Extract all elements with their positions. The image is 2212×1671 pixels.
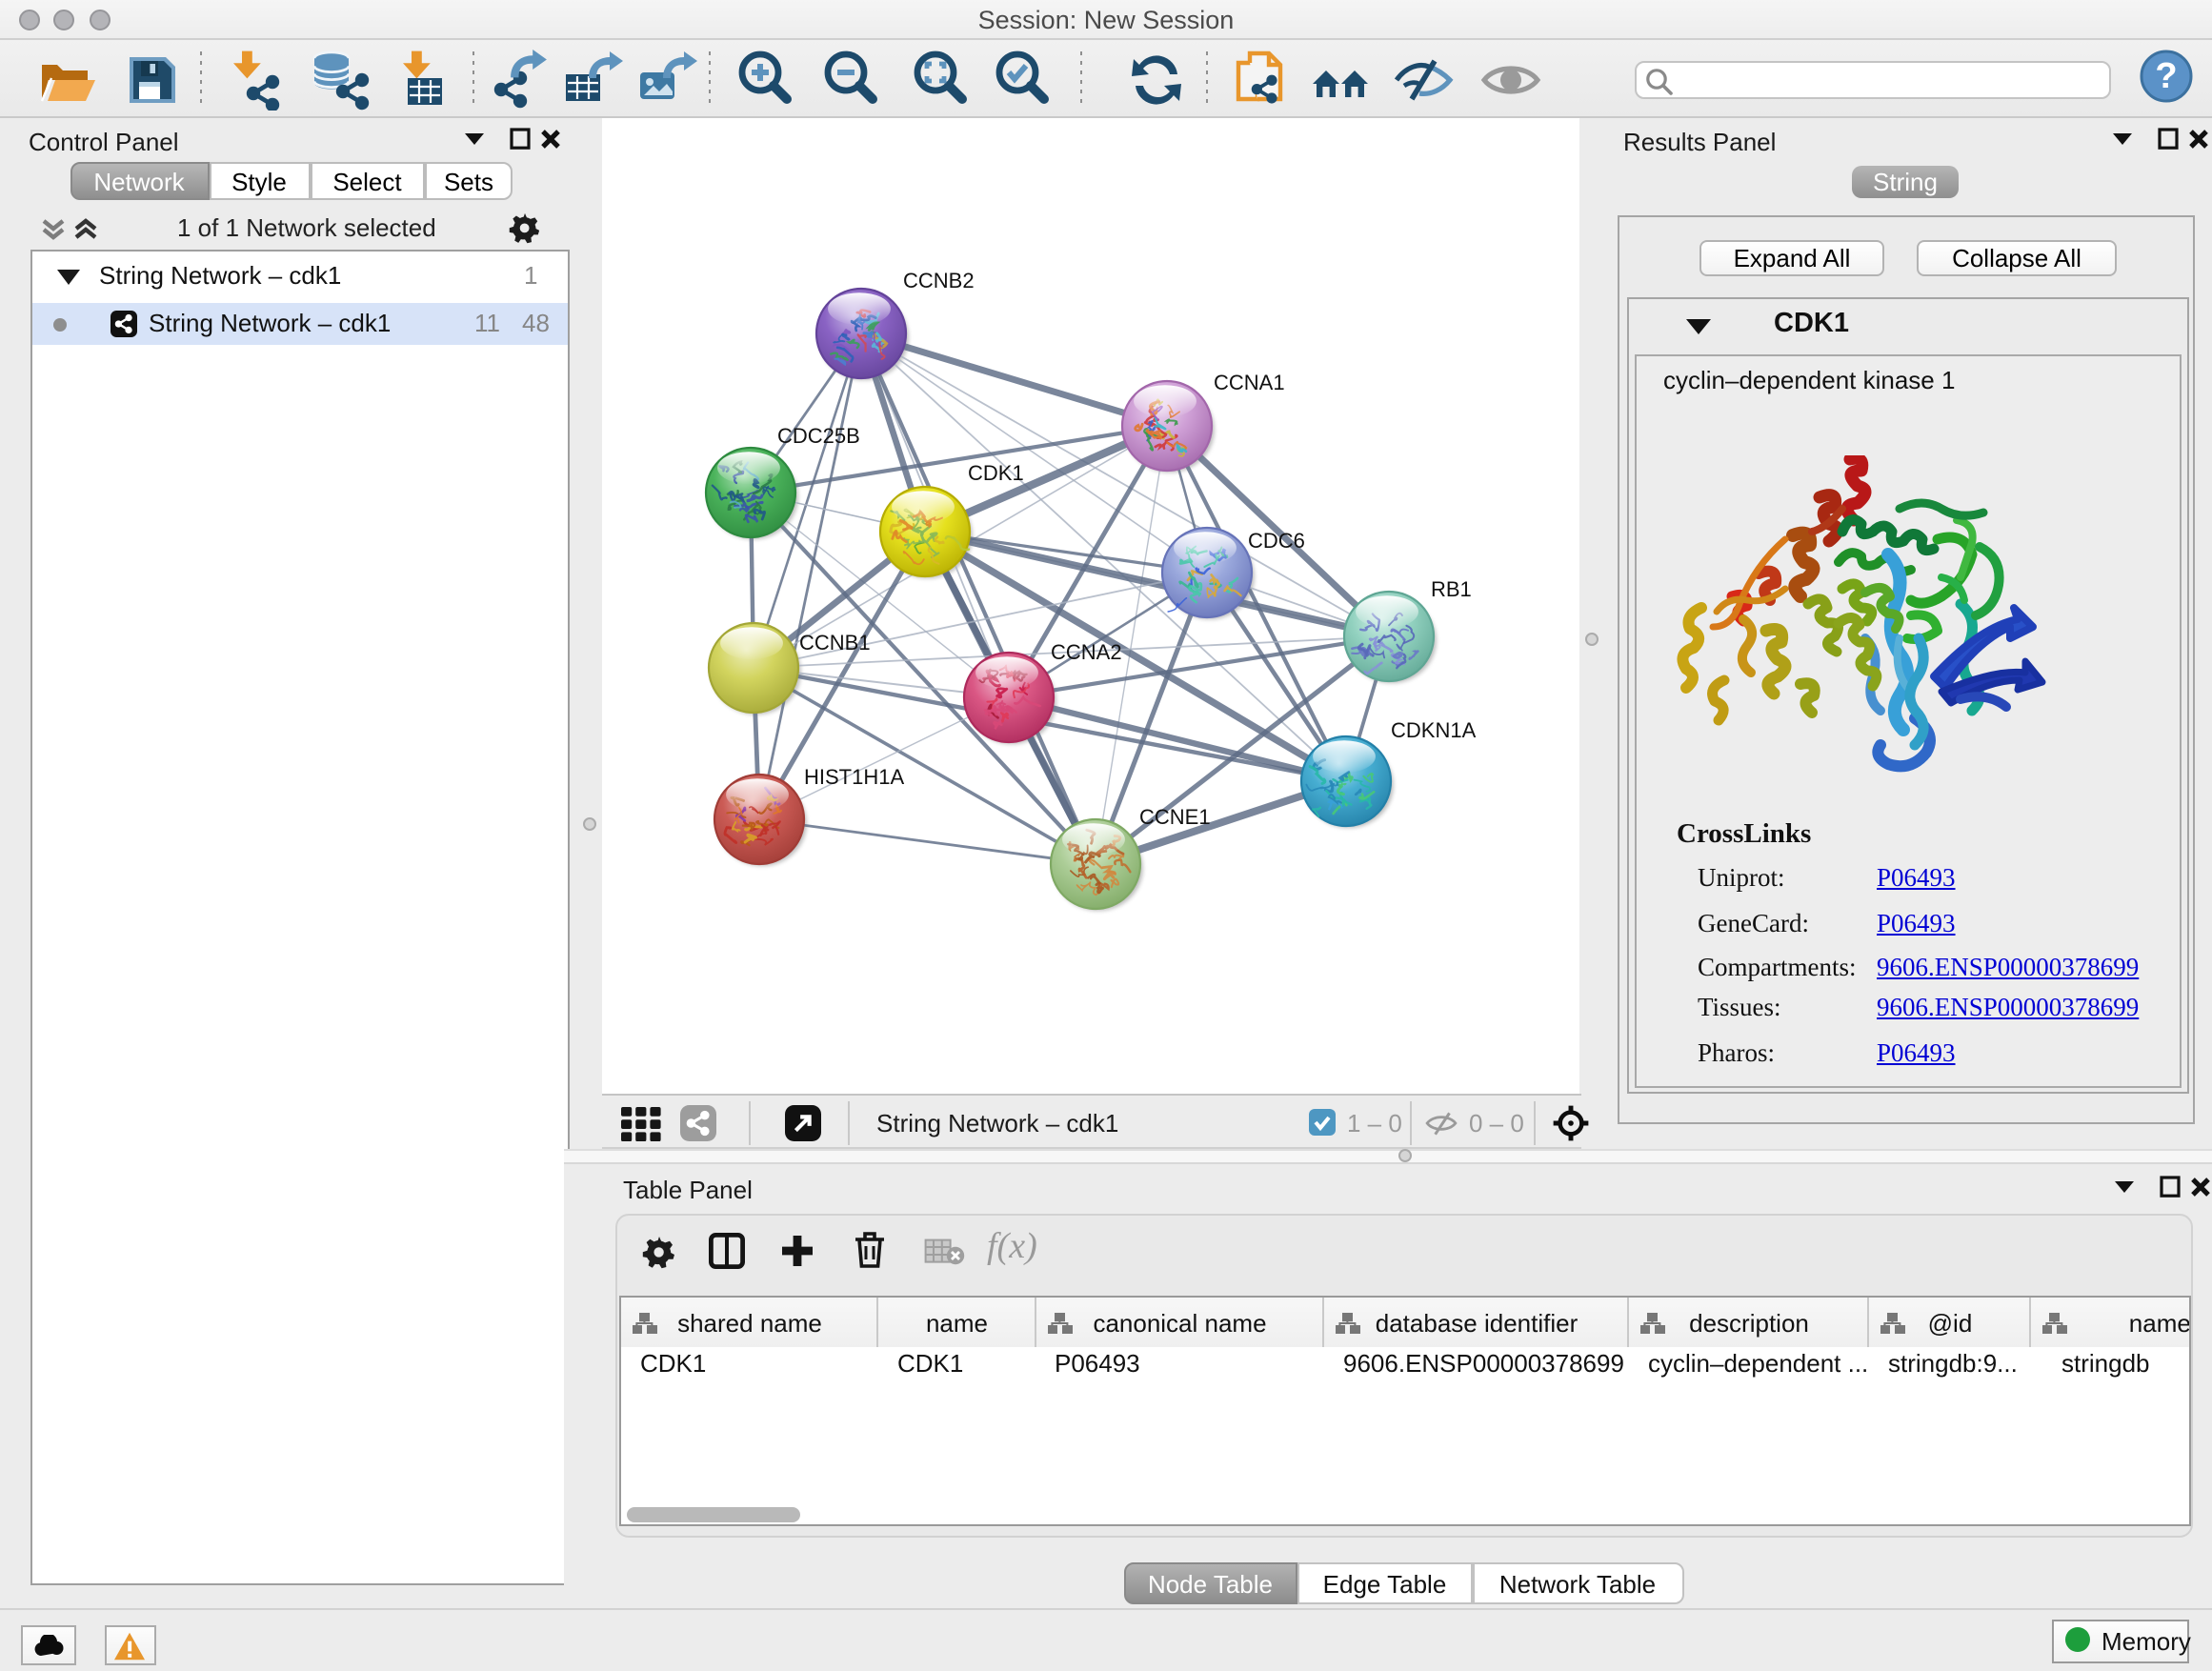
- svg-text:HIST1H1A: HIST1H1A: [804, 765, 904, 789]
- svg-text:CDC6: CDC6: [1248, 529, 1305, 553]
- svg-text:?: ?: [2155, 56, 2177, 96]
- svg-text:CDKN1A: CDKN1A: [1391, 718, 1477, 742]
- svg-text:RB1: RB1: [1431, 577, 1472, 601]
- svg-text:CCNB1: CCNB1: [799, 631, 871, 654]
- svg-text:CCNA2: CCNA2: [1051, 640, 1122, 664]
- svg-text:CDC25B: CDC25B: [777, 424, 860, 448]
- svg-text:CCNE1: CCNE1: [1139, 805, 1211, 829]
- svg-text:CCNB2: CCNB2: [903, 269, 975, 292]
- svg-text:CDK1: CDK1: [968, 461, 1024, 485]
- svg-text:CCNA1: CCNA1: [1214, 371, 1285, 394]
